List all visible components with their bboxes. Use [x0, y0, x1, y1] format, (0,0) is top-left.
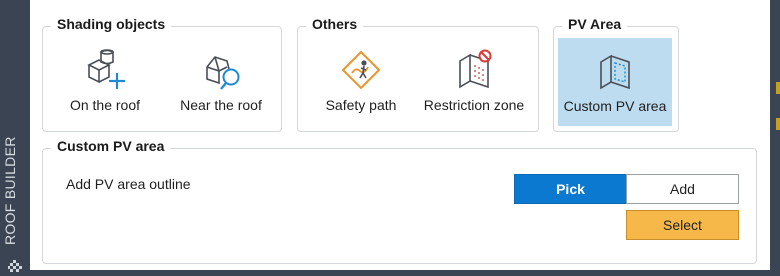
group-title: Custom PV area: [51, 138, 171, 154]
custom-pv-area-group: Custom PV area Add PV area outline Pick …: [42, 138, 757, 264]
group-title: Others: [306, 16, 364, 32]
edge-marker: [776, 118, 780, 130]
pick-button[interactable]: Pick: [514, 174, 627, 204]
roof-builder-panel: Shading objects On the roof Near the roo…: [30, 0, 770, 270]
house-magnifier-icon: [206, 56, 240, 90]
pv-area-group: PV Area Custom PV area: [553, 16, 679, 132]
shading-objects-group: Shading objects On the roof Near the roo…: [42, 16, 282, 132]
tool-custom-pv-area[interactable]: Custom PV area: [558, 38, 672, 126]
restriction-zone-icon: [459, 49, 492, 89]
tool-on-the-roof[interactable]: On the roof: [51, 49, 159, 119]
cube-plus-icon: [87, 49, 125, 89]
sidebar-title: ROOF BUILDER: [2, 136, 18, 245]
right-edge-strip: [770, 0, 780, 276]
select-button[interactable]: Select: [626, 210, 739, 240]
sidebar: ROOF BUILDER: [0, 0, 30, 276]
tool-restriction-zone[interactable]: Restriction zone: [416, 49, 532, 119]
tool-safety-path[interactable]: Safety path: [306, 49, 416, 119]
edge-marker: [776, 82, 780, 94]
grip-icon[interactable]: [8, 260, 22, 274]
group-title: Shading objects: [51, 16, 172, 32]
add-button[interactable]: Add: [626, 174, 739, 204]
tool-label: Safety path: [325, 97, 397, 113]
tool-label: Near the roof: [180, 97, 262, 113]
tool-label: Custom PV area: [563, 98, 667, 114]
group-title: PV Area: [562, 16, 628, 32]
others-group: Others Safety path Restriction zone: [297, 16, 539, 132]
tool-near-the-roof[interactable]: Near the roof: [167, 49, 275, 119]
custom-pv-area-icon: [600, 54, 630, 90]
safety-path-icon: [341, 50, 381, 90]
tool-label: Restriction zone: [423, 97, 525, 113]
tool-label: On the roof: [69, 97, 141, 113]
add-pv-area-outline-label: Add PV area outline: [66, 176, 191, 192]
